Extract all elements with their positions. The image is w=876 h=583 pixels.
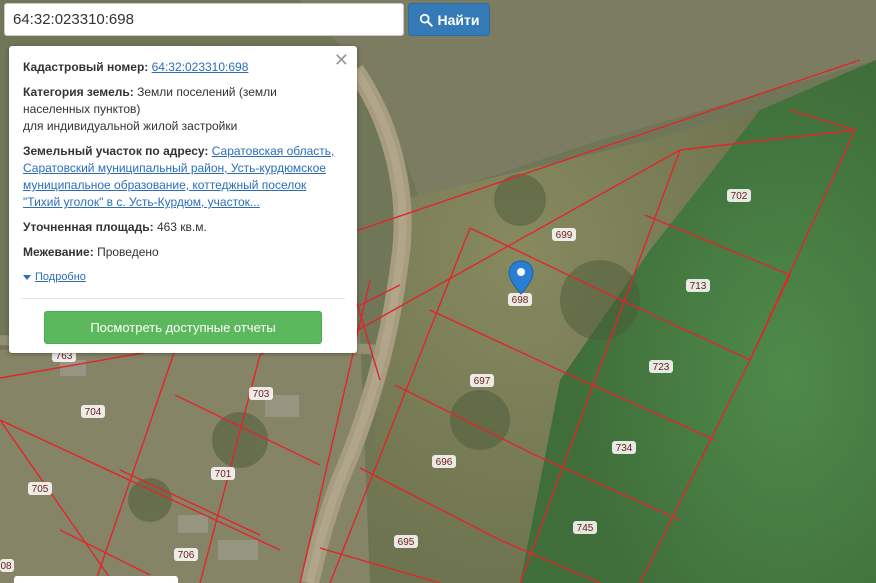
parcel-label-723: 723 xyxy=(649,360,673,373)
svg-text:705: 705 xyxy=(32,484,49,495)
svg-text:713: 713 xyxy=(690,281,707,292)
svg-text:696: 696 xyxy=(436,457,453,468)
cadastral-number-label: Кадастровый номер: xyxy=(23,60,149,74)
address-link-2[interactable]: Саратовский муниципальный район, Усть-ку… xyxy=(23,161,326,175)
address-row: Земельный участок по адресу: Саратовская… xyxy=(23,143,343,211)
parcel-label-702: 702 xyxy=(727,189,751,202)
parcel-label-745: 745 xyxy=(573,521,597,534)
address-link-1[interactable]: Саратовская область, xyxy=(212,144,335,158)
search-button-label: Найти xyxy=(437,11,480,28)
caret-down-icon xyxy=(23,274,31,280)
address-link-3[interactable]: муниципальное образование, коттеджный по… xyxy=(23,178,306,192)
parcel-label-701: 701 xyxy=(211,467,235,480)
area-value: 463 кв.м. xyxy=(156,220,207,234)
svg-text:701: 701 xyxy=(215,469,232,480)
svg-text:703: 703 xyxy=(253,389,270,400)
search-box[interactable] xyxy=(4,3,404,36)
land-category-label: Категория земель: xyxy=(23,85,134,99)
svg-text:702: 702 xyxy=(731,191,748,202)
parcel-label-696: 696 xyxy=(432,455,456,468)
land-category-value-3: для индивидуальной жилой застройки xyxy=(23,119,238,133)
cadastral-number-row: Кадастровый номер: 64:32:023310:698 xyxy=(23,59,343,76)
land-category-value-2: населенных пунктов) xyxy=(23,102,141,116)
svg-text:745: 745 xyxy=(577,523,594,534)
parcel-label-703: 703 xyxy=(249,387,273,400)
search-input[interactable] xyxy=(5,4,403,35)
search-icon xyxy=(419,13,433,27)
svg-text:695: 695 xyxy=(398,537,415,548)
area-row: Уточненная площадь: 463 кв.м. xyxy=(23,219,343,236)
parcel-label-08: 08 xyxy=(0,559,14,572)
svg-text:697: 697 xyxy=(474,376,491,387)
land-category-value-1: Земли поселений (земли xyxy=(137,85,277,99)
close-icon[interactable]: ✕ xyxy=(334,51,349,69)
parcel-label-734: 734 xyxy=(612,441,636,454)
parcel-label-697: 697 xyxy=(470,374,494,387)
address-label: Земельный участок по адресу: xyxy=(23,144,209,158)
parcel-label-695: 695 xyxy=(394,535,418,548)
svg-text:723: 723 xyxy=(653,362,670,373)
parcel-label-704: 704 xyxy=(81,405,105,418)
details-toggle[interactable]: Подробно xyxy=(23,269,343,286)
parcel-label-706: 706 xyxy=(174,548,198,561)
svg-text:699: 699 xyxy=(556,230,573,241)
parcel-label-698: 698 xyxy=(508,293,532,306)
bottom-panel-edge xyxy=(14,576,178,583)
search-button[interactable]: Найти xyxy=(408,3,490,36)
svg-text:704: 704 xyxy=(85,407,102,418)
survey-value: Проведено xyxy=(97,245,159,259)
parcel-label-713: 713 xyxy=(686,279,710,292)
svg-text:706: 706 xyxy=(178,550,195,561)
view-reports-button[interactable]: Посмотреть доступные отчеты xyxy=(44,311,322,344)
parcel-label-699: 699 xyxy=(552,228,576,241)
cadastral-number-link[interactable]: 64:32:023310:698 xyxy=(152,60,249,74)
svg-text:08: 08 xyxy=(0,561,12,572)
land-category-row: Категория земель: Земли поселений (земли… xyxy=(23,84,343,135)
parcel-info-panel: ✕ Кадастровый номер: 64:32:023310:698 Ка… xyxy=(9,46,357,353)
address-link-4[interactable]: "Тихий уголок" в с. Усть-Курдюм, участок… xyxy=(23,195,260,209)
svg-text:734: 734 xyxy=(616,443,633,454)
divider xyxy=(21,298,345,299)
details-link[interactable]: Подробно xyxy=(35,271,86,283)
survey-label: Межевание: xyxy=(23,245,94,259)
area-label: Уточненная площадь: xyxy=(23,220,154,234)
survey-row: Межевание: Проведено xyxy=(23,244,343,261)
parcel-label-705: 705 xyxy=(28,482,52,495)
svg-text:698: 698 xyxy=(512,295,529,306)
